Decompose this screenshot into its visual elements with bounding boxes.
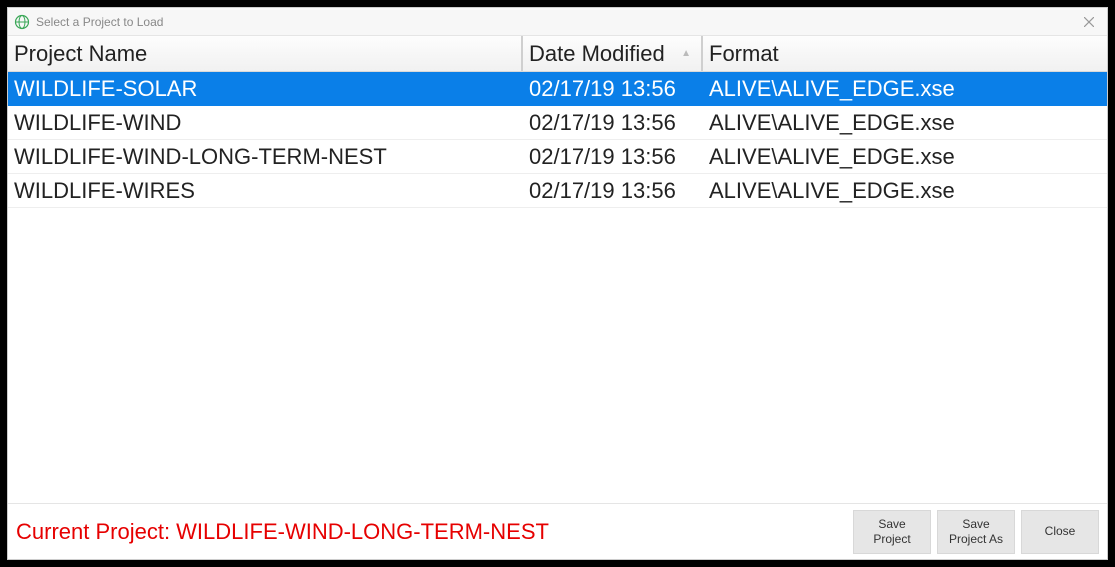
cell-date-modified: 02/17/19 13:56 xyxy=(523,174,703,207)
col-header-format[interactable]: Format xyxy=(703,36,1107,71)
table-row[interactable]: WILDLIFE-SOLAR02/17/19 13:56ALIVE\ALIVE_… xyxy=(8,72,1107,106)
cell-format: ALIVE\ALIVE_EDGE.xse xyxy=(703,72,1107,105)
chevron-up-icon: ▲ xyxy=(681,48,691,59)
save-project-button[interactable]: Save Project xyxy=(853,510,931,554)
cell-date-modified: 02/17/19 13:56 xyxy=(523,140,703,173)
current-project-value: WILDLIFE-WIND-LONG-TERM-NEST xyxy=(176,519,549,544)
col-header-name-label: Project Name xyxy=(14,41,147,67)
table-body: WILDLIFE-SOLAR02/17/19 13:56ALIVE\ALIVE_… xyxy=(8,72,1107,503)
cell-date-modified: 02/17/19 13:56 xyxy=(523,72,703,105)
cell-project-name: WILDLIFE-WIRES xyxy=(8,174,523,207)
app-globe-icon xyxy=(14,14,30,30)
project-table: Project Name Date Modified ▲ Format WILD… xyxy=(8,36,1107,503)
cell-project-name: WILDLIFE-SOLAR xyxy=(8,72,523,105)
footer-bar: Current Project: WILDLIFE-WIND-LONG-TERM… xyxy=(8,503,1107,559)
dialog-window: Select a Project to Load Project Name Da… xyxy=(7,7,1108,560)
current-project-prefix: Current Project: xyxy=(16,519,176,544)
cell-project-name: WILDLIFE-WIND-LONG-TERM-NEST xyxy=(8,140,523,173)
table-row[interactable]: WILDLIFE-WIRES02/17/19 13:56ALIVE\ALIVE_… xyxy=(8,174,1107,208)
table-row[interactable]: WILDLIFE-WIND02/17/19 13:56ALIVE\ALIVE_E… xyxy=(8,106,1107,140)
col-header-date-label: Date Modified xyxy=(529,41,665,67)
col-header-date[interactable]: Date Modified ▲ xyxy=(523,36,703,71)
table-header-row: Project Name Date Modified ▲ Format xyxy=(8,36,1107,72)
col-header-format-label: Format xyxy=(709,41,779,67)
cell-project-name: WILDLIFE-WIND xyxy=(8,106,523,139)
cell-format: ALIVE\ALIVE_EDGE.xse xyxy=(703,106,1107,139)
col-header-name[interactable]: Project Name xyxy=(8,36,523,71)
titlebar: Select a Project to Load xyxy=(8,8,1107,36)
table-row[interactable]: WILDLIFE-WIND-LONG-TERM-NEST02/17/19 13:… xyxy=(8,140,1107,174)
close-button[interactable]: Close xyxy=(1021,510,1099,554)
window-title: Select a Project to Load xyxy=(36,15,163,29)
close-icon[interactable] xyxy=(1077,10,1101,34)
current-project-label: Current Project: WILDLIFE-WIND-LONG-TERM… xyxy=(16,519,847,545)
cell-format: ALIVE\ALIVE_EDGE.xse xyxy=(703,174,1107,207)
cell-date-modified: 02/17/19 13:56 xyxy=(523,106,703,139)
save-project-as-button[interactable]: Save Project As xyxy=(937,510,1015,554)
cell-format: ALIVE\ALIVE_EDGE.xse xyxy=(703,140,1107,173)
